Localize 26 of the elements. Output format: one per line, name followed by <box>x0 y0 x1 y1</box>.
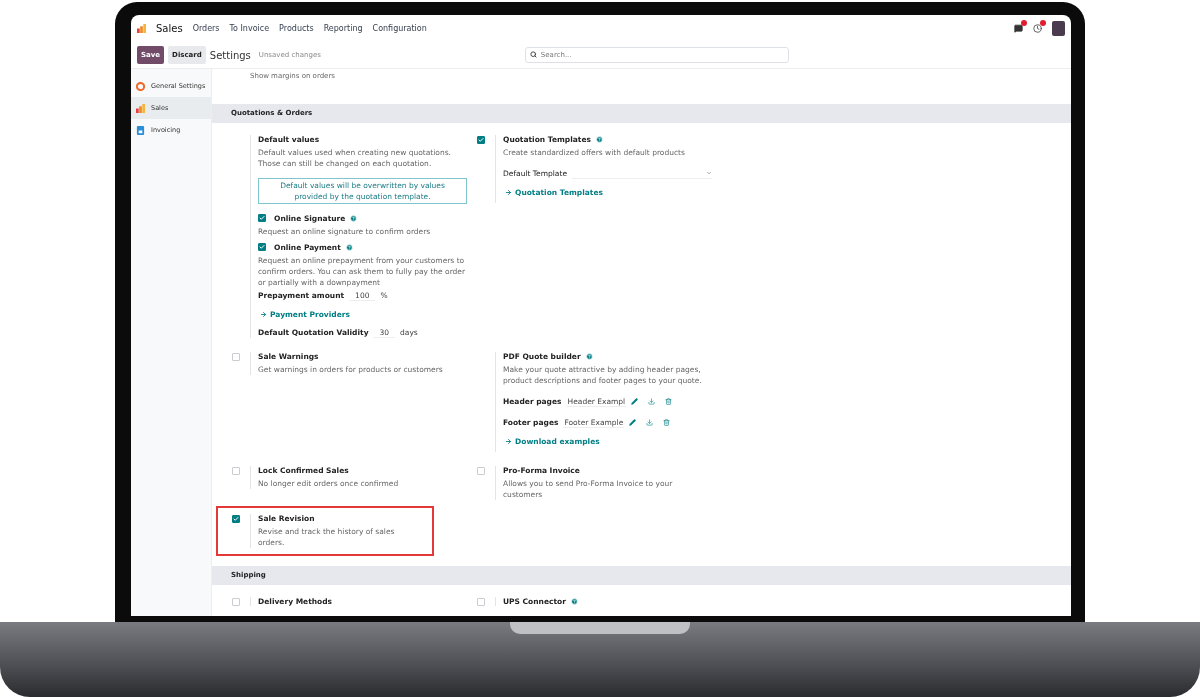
menu-item[interactable]: Reporting <box>323 24 363 33</box>
bar-chart-icon <box>136 103 145 113</box>
menu-item[interactable]: Orders <box>192 24 220 33</box>
menu-item[interactable]: To Invoice <box>229 24 270 33</box>
bar-chart-icon <box>137 24 146 33</box>
arrow-right-icon <box>505 437 512 445</box>
pencil-icon[interactable] <box>631 398 639 406</box>
checkbox[interactable] <box>258 243 266 252</box>
checkbox[interactable] <box>258 214 266 223</box>
arrow-right-icon <box>505 188 512 196</box>
trash-icon[interactable] <box>665 398 673 406</box>
avatar[interactable] <box>1052 21 1065 36</box>
pencil-icon[interactable] <box>629 419 637 427</box>
app-name[interactable]: Sales <box>156 23 183 34</box>
download-icon[interactable] <box>646 419 654 427</box>
search-icon <box>529 51 537 58</box>
document-icon <box>136 125 145 135</box>
trash-icon[interactable] <box>663 419 671 427</box>
menu-item[interactable]: Configuration <box>372 24 427 33</box>
menu-item[interactable]: Products <box>279 24 314 33</box>
checkbox[interactable] <box>477 135 485 144</box>
caret-icon <box>706 170 712 177</box>
page-title: Settings <box>209 49 251 61</box>
arrow-right-icon <box>260 310 267 318</box>
checkbox[interactable] <box>232 514 240 523</box>
download-icon[interactable] <box>648 398 656 406</box>
